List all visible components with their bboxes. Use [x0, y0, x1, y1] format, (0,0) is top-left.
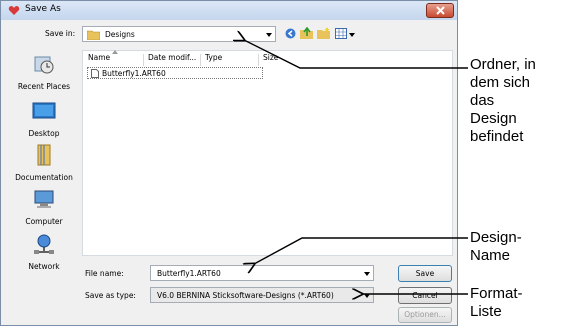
save-as-type-value: V6.0 BERNINA Sticksoftware-Designs (*.AR…	[157, 291, 334, 300]
place-label: Recent Places	[17, 82, 71, 91]
place-label: Desktop	[28, 129, 60, 138]
place-label: Documentation	[15, 173, 73, 182]
cancel-button[interactable]: Cancel	[398, 287, 452, 304]
chevron-down-icon[interactable]	[364, 272, 370, 276]
desktop-icon	[32, 102, 56, 119]
column-divider[interactable]	[143, 54, 144, 66]
file-name: Butterfly1.ART60	[102, 69, 166, 78]
new-folder-icon[interactable]	[317, 27, 330, 39]
chevron-down-icon	[266, 33, 272, 37]
annotation-line: Ordner, in	[470, 56, 536, 73]
annotation-line: Liste	[470, 303, 502, 320]
title-bar[interactable]: Save As	[1, 1, 457, 20]
column-header-type[interactable]: Type	[205, 53, 222, 62]
chevron-down-icon[interactable]	[364, 294, 370, 298]
column-header-date[interactable]: Date modif...	[148, 53, 196, 62]
place-computer[interactable]: Computer	[7, 188, 81, 226]
place-label: Network	[28, 262, 60, 271]
network-icon	[34, 234, 54, 254]
column-header-name[interactable]: Name	[88, 53, 110, 62]
place-label: Computer	[25, 217, 63, 226]
up-folder-icon[interactable]	[300, 27, 313, 39]
sort-arrow-icon	[112, 50, 118, 54]
close-icon	[436, 6, 445, 15]
name-annotation: Design- Name	[470, 229, 522, 265]
folder-icon	[87, 30, 100, 40]
column-header-size[interactable]: Size	[263, 53, 278, 62]
file-name-label: File name:	[85, 269, 124, 278]
column-divider[interactable]	[200, 54, 201, 66]
save-in-label: Save in:	[45, 29, 76, 38]
close-button[interactable]	[426, 3, 454, 18]
save-button[interactable]: Save	[398, 265, 452, 282]
save-as-dialog: Save As Save in: Designs Recent Places D…	[0, 0, 458, 326]
save-in-combo[interactable]: Designs	[82, 26, 276, 42]
annotation-line: Design-	[470, 229, 522, 246]
views-menu-icon[interactable]	[335, 28, 347, 39]
place-network[interactable]: Network	[7, 233, 81, 271]
annotation-line: Name	[470, 247, 511, 264]
app-icon	[8, 6, 20, 15]
place-documentation[interactable]: Documentation	[7, 144, 81, 182]
annotation-line: Format-	[470, 285, 523, 302]
place-desktop[interactable]: Desktop	[7, 100, 81, 138]
recent-places-icon	[34, 56, 54, 74]
annotation-line: befindet	[470, 128, 524, 145]
file-name-input[interactable]: Butterfly1.ART60	[150, 265, 374, 281]
file-name-value: Butterfly1.ART60	[157, 269, 221, 278]
file-list[interactable]: Name Date modif... Type Size Butterfly1.…	[82, 50, 453, 256]
back-icon[interactable]	[285, 28, 296, 39]
annotation-line: das	[470, 92, 495, 109]
computer-icon	[34, 190, 54, 208]
options-button: Optionen...	[398, 307, 452, 323]
place-recent-places[interactable]: Recent Places	[7, 53, 81, 91]
documentation-icon	[37, 144, 51, 166]
annotation-line: Design	[470, 110, 517, 127]
folder-annotation: Ordner, in dem sich das Design befindet	[470, 56, 536, 146]
file-item[interactable]: Butterfly1.ART60	[87, 67, 263, 79]
annotation-line: dem sich	[470, 74, 531, 91]
dialog-title: Save As	[25, 4, 61, 14]
save-as-type-label: Save as type:	[85, 291, 136, 300]
views-chevron-down-icon[interactable]	[349, 33, 355, 37]
places-bar: Recent Places Desktop Documentation Comp…	[7, 53, 81, 285]
current-folder: Designs	[105, 30, 135, 39]
column-divider[interactable]	[258, 54, 259, 66]
save-as-type-select[interactable]: V6.0 BERNINA Sticksoftware-Designs (*.AR…	[150, 287, 374, 303]
format-annotation: Format- Liste	[470, 285, 523, 321]
file-icon	[91, 69, 99, 78]
